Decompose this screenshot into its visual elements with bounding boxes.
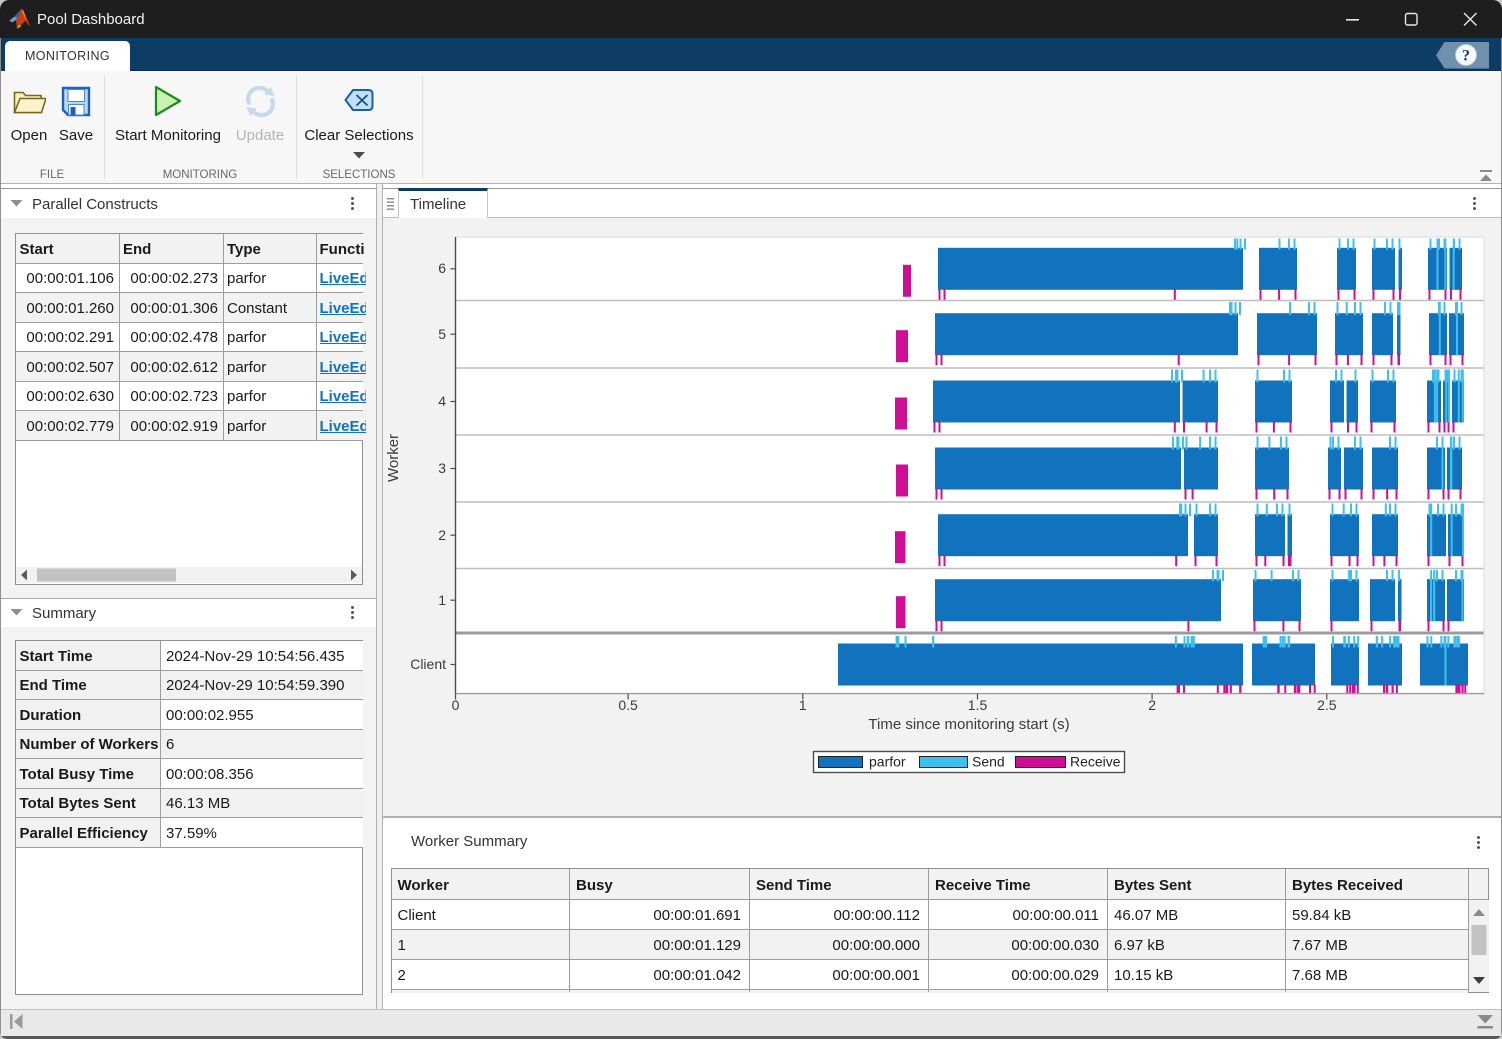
svg-text:?: ? bbox=[1462, 48, 1470, 65]
svg-text:1.5: 1.5 bbox=[968, 697, 988, 713]
svg-text:Worker: Worker bbox=[385, 434, 402, 482]
svg-text:1: 1 bbox=[799, 697, 807, 713]
svg-text:1: 1 bbox=[438, 592, 446, 608]
svg-text:6: 6 bbox=[438, 260, 446, 276]
svg-text:Send: Send bbox=[972, 754, 1005, 770]
svg-text:3: 3 bbox=[438, 460, 446, 476]
svg-text:Time since monitoring start (s: Time since monitoring start (s) bbox=[868, 716, 1069, 733]
svg-text:0: 0 bbox=[452, 697, 460, 713]
svg-text:4: 4 bbox=[438, 393, 446, 409]
svg-text:parfor: parfor bbox=[869, 754, 906, 770]
svg-text:Client: Client bbox=[410, 656, 446, 672]
svg-text:5: 5 bbox=[438, 326, 446, 342]
svg-text:Receive: Receive bbox=[1070, 754, 1121, 770]
svg-text:2.5: 2.5 bbox=[1317, 697, 1337, 713]
svg-text:2: 2 bbox=[438, 527, 446, 543]
svg-text:0.5: 0.5 bbox=[618, 697, 638, 713]
svg-text:2: 2 bbox=[1148, 697, 1156, 713]
